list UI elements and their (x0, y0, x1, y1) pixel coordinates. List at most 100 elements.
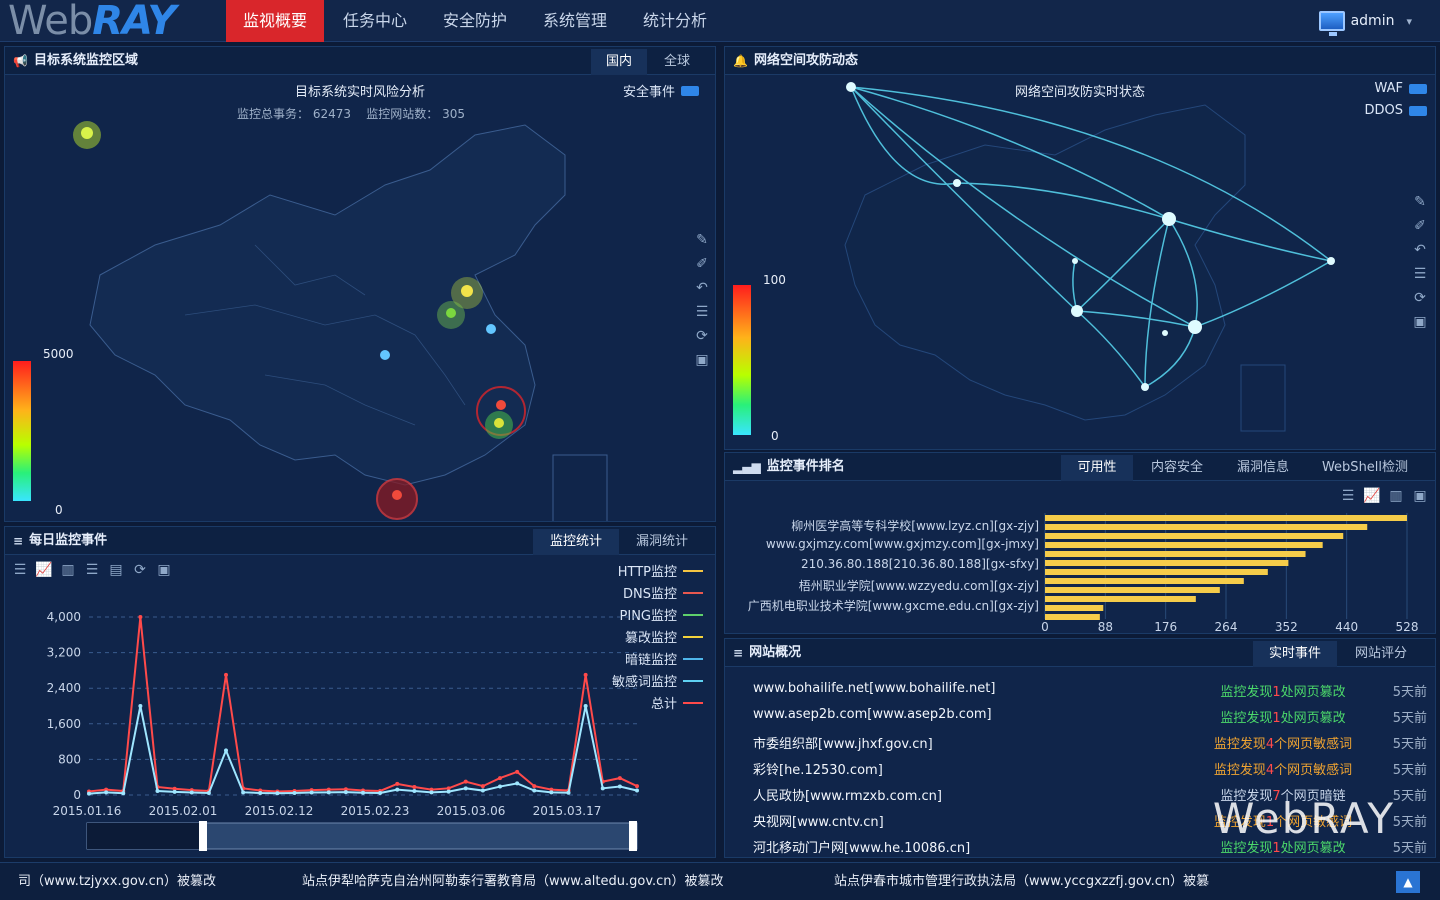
panel-title-text: 目标系统监控区域 (33, 53, 138, 68)
logo-ray-text: RAY (92, 0, 176, 44)
total-series-point (395, 781, 400, 786)
tab-vuln-info[interactable]: 漏洞信息 (1221, 455, 1305, 481)
tab-monitor-stats[interactable]: 监控统计 (533, 529, 619, 555)
http-series-point (600, 786, 605, 791)
monitor-summary: 监控总事务： 62473 监控网站数： 305 (237, 105, 465, 122)
site-name[interactable]: 人民政协[www.rmzxb.com.cn] (753, 785, 942, 804)
tab-content-security[interactable]: 内容安全 (1135, 455, 1219, 481)
zoom-window (87, 823, 203, 849)
tab-webshell[interactable]: WebShell检测 (1307, 455, 1423, 481)
x-tick-label: 2015.03.06 (437, 804, 506, 818)
site-name[interactable]: 市委组织部[www.jhxf.gov.cn] (753, 733, 933, 752)
eraser-icon[interactable]: ✐ (693, 255, 711, 273)
rank-bar (1045, 560, 1289, 566)
refresh-icon[interactable]: ⟳ (131, 561, 149, 579)
site-overview-panel: ≡ 网站概况 实时事件 网站评分 www.bohailife.net[www.b… (724, 638, 1436, 858)
line-chart-icon[interactable]: 📈 (35, 561, 53, 579)
x-tick-label: 2015.01.16 (53, 804, 122, 818)
nav-item-tasks[interactable]: 任务中心 (326, 0, 424, 42)
http-series-point (498, 784, 502, 789)
legend-item[interactable]: HTTP监控 (618, 561, 703, 580)
panel-header: ▂▄▆ 监控事件排名 可用性 内容安全 漏洞信息 WebShell检测 (725, 453, 1435, 481)
save-image-icon[interactable]: ▣ (693, 351, 711, 369)
summary-sites-label: 监控网站数： (366, 107, 439, 121)
webray-logo[interactable]: WebRAY (8, 0, 176, 44)
panel-title: 🔔 网络空间攻防动态 (733, 47, 858, 75)
http-series-point (309, 790, 314, 795)
ticker-item[interactable]: 站点伊犁哈萨克自治州阿勒泰行署教育局（www.altedu.gov.cn）被篡改 (302, 863, 724, 900)
nav-item-system[interactable]: 系统管理 (526, 0, 624, 42)
site-event-row[interactable]: 市委组织部[www.jhxf.gov.cn] 监控发现4个网页敏感词 5天前 (753, 733, 1427, 759)
legend-security-events[interactable]: 安全事件 (623, 81, 700, 100)
http-series-point (361, 790, 365, 795)
tab-realtime-events[interactable]: 实时事件 (1253, 641, 1337, 667)
panel-title: ≡ 每日监控事件 (13, 527, 107, 555)
webray-watermark: WebRAY (1212, 794, 1395, 843)
pencil-icon[interactable]: ✎ (1411, 193, 1429, 211)
undo-icon[interactable]: ↶ (1411, 241, 1429, 259)
bar-chart-icon[interactable]: ▥ (1387, 487, 1405, 505)
event-message: 监控发现4个网页敏感词 (1213, 737, 1353, 752)
eraser-icon[interactable]: ✐ (1411, 217, 1429, 235)
data-view-icon[interactable]: ☰ (693, 303, 711, 321)
site-name[interactable]: 彩铃[he.12530.com] (753, 759, 883, 778)
site-event-row[interactable]: 彩铃[he.12530.com] 监控发现4个网页敏感词 5天前 (753, 759, 1427, 785)
ticker-item[interactable]: 站点伊春市城市管理行政执法局（www.yccgxzzfj.gov.cn）被篡 (834, 863, 1209, 900)
nav-item-security[interactable]: 安全防护 (426, 0, 524, 42)
site-name[interactable]: www.asep2b.com[www.asep2b.com] (753, 707, 992, 722)
bar-chart-icon[interactable]: ▥ (59, 561, 77, 579)
site-event-row[interactable]: www.asep2b.com[www.asep2b.com] 监控发现1处网页篡改… (753, 707, 1427, 733)
total-series-point (617, 776, 622, 781)
data-view-icon[interactable]: ☰ (1339, 487, 1357, 505)
tab-domestic[interactable]: 国内 (591, 49, 647, 75)
x-tick-label: 2015.02.12 (245, 804, 314, 818)
panel-title-text: 网络空间攻防动态 (753, 53, 858, 68)
scroll-top-button[interactable]: ▲ (1396, 871, 1420, 893)
refresh-icon[interactable]: ⟳ (693, 327, 711, 345)
site-name[interactable]: 河北移动门户网[www.he.10086.cn] (753, 837, 970, 856)
save-image-icon[interactable]: ▣ (1411, 313, 1429, 331)
save-image-icon[interactable]: ▣ (1411, 487, 1429, 505)
data-view-icon[interactable]: ☰ (1411, 265, 1429, 283)
tab-site-score[interactable]: 网站评分 (1339, 641, 1423, 667)
chevron-down-icon: ▾ (1406, 14, 1412, 28)
http-series-point (172, 789, 177, 794)
x-tick-label: 2015.02.01 (149, 804, 218, 818)
nav-item-overview[interactable]: 监视概要 (226, 0, 324, 42)
http-series-point (446, 789, 451, 794)
total-series-point (515, 769, 520, 774)
panel-title: ≡ 网站概况 (733, 639, 801, 667)
data-view-icon[interactable]: ☰ (11, 561, 29, 579)
site-name[interactable]: 央视网[www.cntv.cn] (753, 811, 884, 830)
http-series-point (429, 790, 434, 795)
x-tick-label: 264 (1215, 620, 1238, 633)
ticker-item[interactable]: 司（www.tzjyxx.gov.cn）被篡改 (18, 863, 216, 900)
http-series-point (138, 704, 143, 708)
user-menu[interactable]: admin ▾ (1318, 8, 1412, 36)
rank-bar (1045, 533, 1344, 539)
tiled-icon[interactable]: ▤ (107, 561, 125, 579)
rank-bar (1045, 515, 1407, 521)
x-tick-label: 88 (1098, 620, 1113, 633)
nav-item-stats[interactable]: 统计分析 (626, 0, 724, 42)
http-series-point (583, 704, 588, 708)
tab-vuln-stats[interactable]: 漏洞统计 (619, 529, 705, 555)
rank-bar (1045, 596, 1196, 602)
http-series-point (480, 788, 485, 793)
tab-global[interactable]: 全球 (649, 49, 705, 75)
save-image-icon[interactable]: ▣ (155, 561, 173, 579)
zoom-handle (199, 821, 207, 851)
line-chart-icon[interactable]: 📈 (1363, 487, 1381, 505)
tab-availability[interactable]: 可用性 (1061, 455, 1133, 481)
rank-bar (1045, 551, 1306, 557)
http-series-point (395, 787, 400, 792)
refresh-icon[interactable]: ⟳ (1411, 289, 1429, 307)
y-tick-label: 3,200 (47, 646, 81, 660)
site-name[interactable]: www.bohailife.net[www.bohailife.net] (753, 681, 995, 696)
undo-icon[interactable]: ↶ (693, 279, 711, 297)
stack-icon[interactable]: ☰ (83, 561, 101, 579)
site-event-row[interactable]: www.bohailife.net[www.bohailife.net] 监控发现… (753, 681, 1427, 707)
pencil-icon[interactable]: ✎ (693, 231, 711, 249)
total-series-point (463, 779, 468, 784)
ranking-bar-chart: 0 88 176 264 352 440 528 (1041, 513, 1418, 633)
